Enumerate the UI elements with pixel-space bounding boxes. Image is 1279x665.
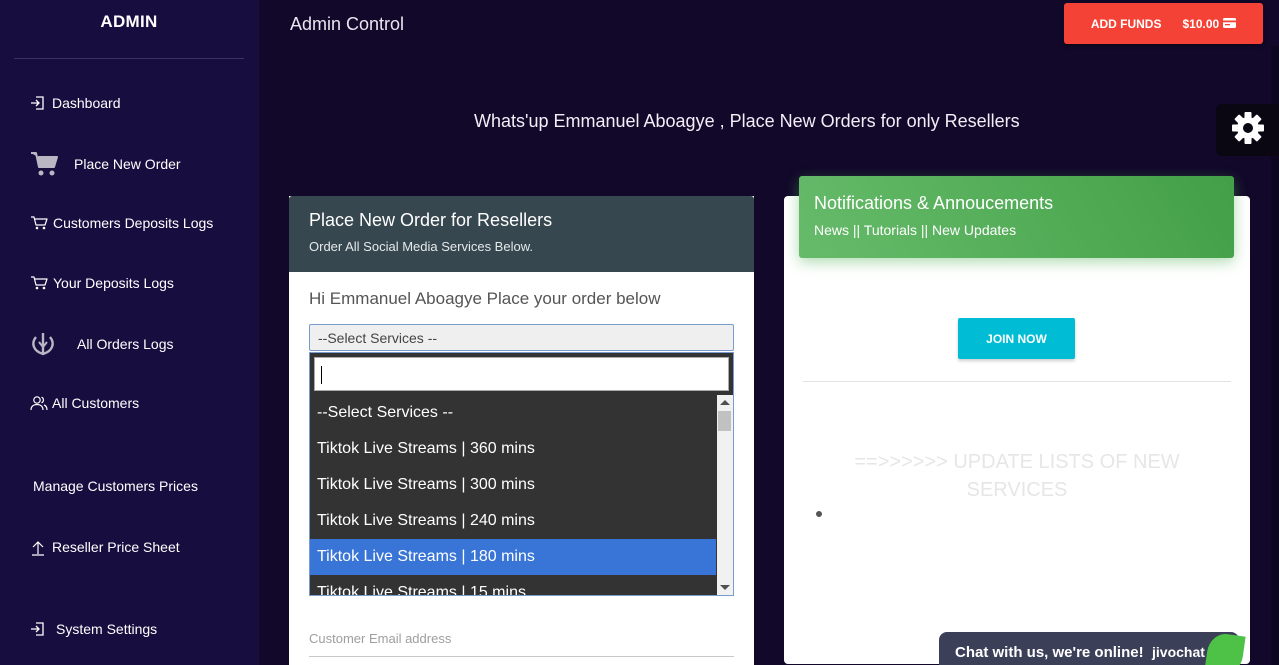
service-option[interactable]: Tiktok Live Streams | 300 mins bbox=[310, 467, 716, 503]
service-options-list: --Select Services -- Tiktok Live Streams… bbox=[310, 395, 716, 595]
sidebar-item-all-orders-logs[interactable]: All Orders Logs bbox=[30, 332, 173, 356]
sidebar-item-label: Reseller Price Sheet bbox=[52, 539, 180, 555]
sign-in-icon bbox=[30, 95, 46, 111]
rebel-emblem-icon bbox=[30, 332, 56, 356]
notifications-header: Notifications & Annoucements News || Tut… bbox=[799, 176, 1234, 258]
text-caret bbox=[321, 366, 322, 384]
order-card-header: Place New Order for Resellers Order All … bbox=[289, 196, 754, 272]
sidebar-item-label: Manage Customers Prices bbox=[33, 478, 198, 494]
order-card-subtitle: Order All Social Media Services Below. bbox=[309, 239, 533, 254]
sidebar-item-reseller-price-sheet[interactable]: Reseller Price Sheet bbox=[30, 538, 180, 556]
dropdown-scrollbar[interactable] bbox=[717, 395, 733, 595]
sign-in-icon bbox=[30, 621, 46, 637]
gear-icon bbox=[1231, 111, 1265, 150]
service-option-highlighted[interactable]: Tiktok Live Streams | 180 mins bbox=[310, 539, 716, 575]
service-option[interactable]: Tiktok Live Streams | 240 mins bbox=[310, 503, 716, 539]
chat-brand-logo: jivochat bbox=[1152, 644, 1205, 660]
upload-arrow-icon bbox=[30, 538, 46, 556]
scroll-up-icon[interactable] bbox=[720, 400, 730, 405]
notifications-title: Notifications & Annoucements bbox=[814, 193, 1054, 213]
service-option[interactable]: Tiktok Live Streams | 360 mins bbox=[310, 431, 716, 467]
brand-divider bbox=[14, 58, 244, 59]
welcome-message: Whats'up Emmanuel Aboagye , Place New Or… bbox=[474, 111, 1020, 131]
cart-icon bbox=[30, 150, 60, 178]
sidebar-item-label: Dashboard bbox=[52, 95, 121, 111]
scroll-down-icon[interactable] bbox=[720, 585, 730, 590]
service-option[interactable]: --Select Services -- bbox=[310, 395, 716, 431]
cart-icon bbox=[30, 215, 48, 231]
sidebar-item-customers-deposits-logs[interactable]: Customers Deposits Logs bbox=[30, 215, 213, 231]
divider bbox=[803, 381, 1231, 382]
balance-amount: $10.00 bbox=[1182, 16, 1220, 31]
sidebar-item-place-new-order[interactable]: Place New Order bbox=[30, 150, 181, 178]
service-select[interactable]: --Select Services -- bbox=[309, 324, 734, 351]
sidebar-item-system-settings[interactable]: System Settings bbox=[30, 621, 157, 637]
add-funds-button[interactable]: ADD FUNDS $10.00 bbox=[1064, 3, 1263, 44]
chat-widget[interactable]: Chat with us, we're online! jivochat bbox=[939, 631, 1246, 665]
sidebar-item-your-deposits-logs[interactable]: Your Deposits Logs bbox=[30, 275, 174, 291]
sidebar-item-manage-customers-prices[interactable]: Manage Customers Prices bbox=[33, 478, 198, 494]
page-title: Admin Control bbox=[290, 14, 405, 34]
order-intro-text: Hi Emmanuel Aboagye Place your order bel… bbox=[309, 289, 661, 308]
customer-email-label: Customer Email address bbox=[309, 631, 452, 646]
wallet-card-icon bbox=[1223, 17, 1237, 31]
add-funds-label: ADD FUNDS bbox=[1090, 16, 1162, 31]
chat-label: Chat with us, we're online! bbox=[955, 644, 1144, 661]
sidebar-item-label: All Orders Logs bbox=[77, 336, 174, 352]
sidebar-item-label: All Customers bbox=[52, 395, 140, 411]
notifications-subtitle: News || Tutorials || New Updates bbox=[814, 222, 1017, 238]
brand-title: ADMIN bbox=[100, 12, 158, 31]
settings-button[interactable] bbox=[1216, 104, 1279, 156]
list-bullet bbox=[816, 511, 822, 517]
scrollbar-thumb[interactable] bbox=[718, 411, 731, 431]
sidebar-item-label: Customers Deposits Logs bbox=[53, 215, 214, 231]
service-dropdown: --Select Services -- Tiktok Live Streams… bbox=[309, 352, 734, 596]
sidebar-item-label: Your Deposits Logs bbox=[53, 275, 174, 291]
order-card-title: Place New Order for Resellers bbox=[309, 210, 553, 230]
service-search-input[interactable] bbox=[314, 357, 729, 391]
users-icon bbox=[30, 395, 48, 411]
chat-leaf-icon bbox=[1204, 631, 1246, 665]
sidebar-item-dashboard[interactable]: Dashboard bbox=[30, 95, 121, 111]
service-option[interactable]: Tiktok Live Streams | 15 mins bbox=[310, 575, 716, 595]
join-now-button[interactable]: JOIN NOW bbox=[958, 318, 1075, 359]
sidebar: ADMIN Dashboard Place New Order Customer… bbox=[0, 0, 259, 665]
notifications-card bbox=[784, 196, 1250, 664]
sidebar-item-label: System Settings bbox=[56, 621, 158, 637]
customer-email-input[interactable] bbox=[309, 656, 734, 657]
sidebar-item-label: Place New Order bbox=[74, 156, 181, 172]
cart-icon bbox=[30, 275, 48, 291]
update-heading: ==>>>>>> UPDATE LISTS OF NEW SERVICES bbox=[854, 451, 1180, 501]
sidebar-item-all-customers[interactable]: All Customers bbox=[30, 395, 139, 411]
